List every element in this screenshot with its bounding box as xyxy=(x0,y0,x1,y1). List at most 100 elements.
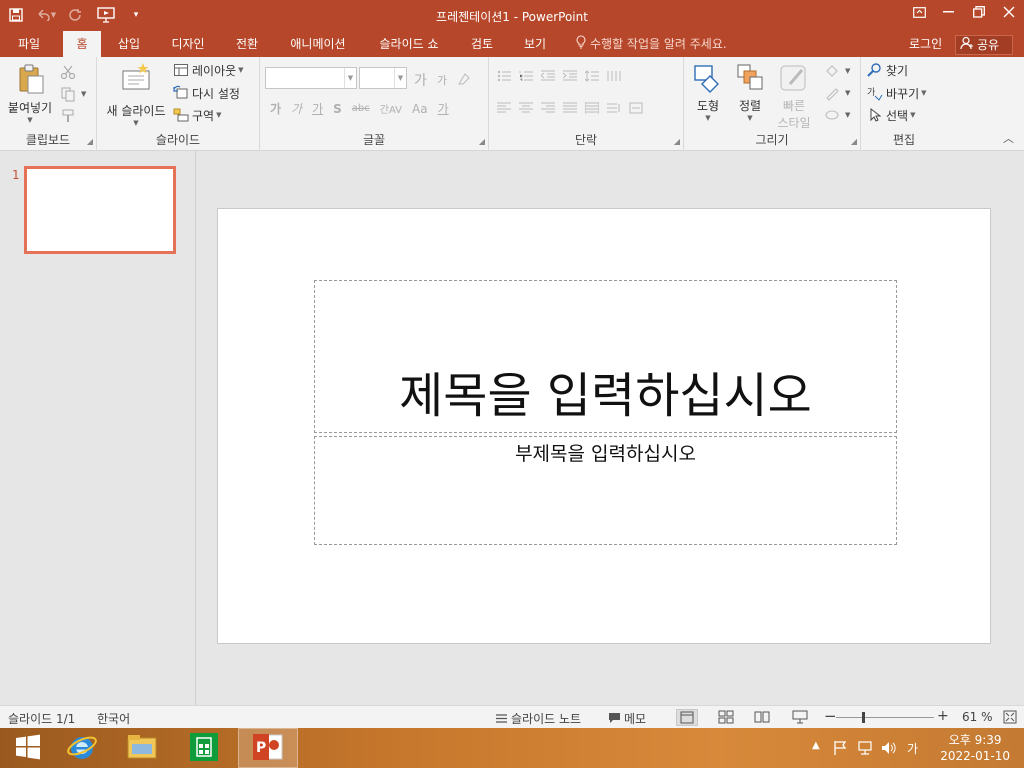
bullets-icon[interactable] xyxy=(497,70,511,82)
strikethrough-button[interactable]: abc xyxy=(352,103,370,114)
align-right-icon[interactable] xyxy=(541,102,555,114)
paste-button[interactable]: 붙여넣기 ▼ xyxy=(4,63,56,124)
login-link[interactable]: 로그인 xyxy=(909,31,942,57)
taskbar-clock[interactable]: 오후 9:39 2022-01-10 xyxy=(940,732,1010,764)
character-spacing-button[interactable]: 간AV xyxy=(380,101,402,116)
increase-indent-icon[interactable] xyxy=(563,70,577,82)
tab-review[interactable]: 검토 xyxy=(462,31,502,57)
ribbon-display-options-icon[interactable] xyxy=(904,0,934,24)
tab-slideshow[interactable]: 슬라이드 쇼 xyxy=(368,31,450,57)
section-button[interactable]: 구역 ▼ xyxy=(173,105,221,125)
file-explorer-button[interactable] xyxy=(114,728,170,768)
quick-styles-button[interactable]: 빠른 스타일 xyxy=(772,62,816,131)
font-size-dropdown-icon[interactable]: ▼ xyxy=(394,68,406,88)
columns-icon[interactable] xyxy=(607,70,621,82)
subtitle-placeholder[interactable]: 부제목을 입력하십시오 xyxy=(314,436,897,545)
reading-view-icon[interactable] xyxy=(754,710,770,724)
align-text-icon[interactable] xyxy=(629,102,643,114)
shape-fill-button[interactable]: ▼ xyxy=(824,61,850,81)
distributed-icon[interactable] xyxy=(585,102,599,114)
fit-to-window-icon[interactable] xyxy=(1003,710,1019,724)
shadow-button[interactable]: S xyxy=(333,102,342,116)
find-button[interactable]: 찾기 xyxy=(867,60,908,80)
tab-transitions[interactable]: 전환 xyxy=(226,31,268,57)
slide-sorter-icon[interactable] xyxy=(718,710,734,724)
layout-button[interactable]: 레이아웃 ▼ xyxy=(173,60,244,80)
store-button[interactable] xyxy=(176,728,232,768)
underline-button[interactable]: 가 xyxy=(312,100,323,117)
save-icon[interactable] xyxy=(4,3,28,27)
copy-button[interactable]: ▼ xyxy=(60,84,86,104)
undo-icon[interactable]: ▼ xyxy=(34,3,58,27)
redo-icon[interactable] xyxy=(64,3,88,27)
change-case-button[interactable]: Aa xyxy=(412,102,428,116)
align-center-icon[interactable] xyxy=(519,102,533,114)
slideshow-view-icon[interactable] xyxy=(792,710,808,724)
arrange-button[interactable]: 정렬 ▼ xyxy=(732,62,768,122)
zoom-slider[interactable] xyxy=(836,717,934,718)
action-center-flag-icon[interactable] xyxy=(833,740,847,759)
decrease-indent-icon[interactable] xyxy=(541,70,555,82)
notes-button[interactable]: 슬라이드 노트 xyxy=(495,710,581,727)
comments-button[interactable]: 메모 xyxy=(608,710,646,727)
numbering-icon[interactable] xyxy=(519,70,533,82)
replace-button[interactable]: 가 바꾸기 ▼ xyxy=(867,83,927,103)
tab-view[interactable]: 보기 xyxy=(514,31,556,57)
present-from-start-icon[interactable] xyxy=(94,3,118,27)
dialog-launcher-icon[interactable]: ◢ xyxy=(851,137,857,146)
restore-icon[interactable] xyxy=(964,0,994,24)
title-placeholder[interactable]: 제목을 입력하십시오 xyxy=(314,280,897,433)
dialog-launcher-icon[interactable]: ◢ xyxy=(479,137,485,146)
justify-icon[interactable] xyxy=(563,102,577,114)
tab-file[interactable]: 파일 xyxy=(6,31,52,57)
cut-button[interactable] xyxy=(60,62,79,82)
powerpoint-taskbar-button[interactable]: P xyxy=(238,728,298,768)
zoom-out-button[interactable]: − xyxy=(824,707,837,725)
format-painter-button[interactable] xyxy=(60,106,79,126)
tab-animations[interactable]: 애니메이션 xyxy=(280,31,356,57)
zoom-level[interactable]: 61 % xyxy=(962,710,993,724)
shapes-button[interactable]: 도형 ▼ xyxy=(690,62,726,122)
close-icon[interactable] xyxy=(994,0,1024,24)
grow-font-button[interactable]: 가 xyxy=(414,70,427,90)
tab-design[interactable]: 디자인 xyxy=(162,31,214,57)
font-name-dropdown-icon[interactable]: ▼ xyxy=(344,68,356,88)
line-spacing-icon[interactable] xyxy=(585,70,599,82)
font-size-combo[interactable]: ▼ xyxy=(359,67,407,89)
share-button[interactable]: 공유 xyxy=(955,35,1013,55)
shape-effects-button[interactable]: ▼ xyxy=(824,105,850,125)
slide-canvas[interactable]: 제목을 입력하십시오 부제목을 입력하십시오 xyxy=(217,208,991,644)
tab-insert[interactable]: 삽입 xyxy=(108,31,150,57)
bold-button[interactable]: 가 xyxy=(270,100,281,117)
shape-outline-button[interactable]: ▼ xyxy=(824,83,850,103)
new-slide-button[interactable]: 새 슬라이드 ▼ xyxy=(101,61,171,127)
minimize-icon[interactable] xyxy=(934,0,964,24)
internet-explorer-button[interactable] xyxy=(54,728,110,768)
start-button[interactable] xyxy=(0,728,56,768)
volume-icon[interactable] xyxy=(881,740,897,759)
dialog-launcher-icon[interactable]: ◢ xyxy=(87,137,93,146)
align-left-icon[interactable] xyxy=(497,102,511,114)
select-button[interactable]: 선택 ▼ xyxy=(867,105,915,125)
tell-me-search[interactable]: 수행할 작업을 알려 주세요. xyxy=(576,31,727,57)
clear-formatting-icon[interactable] xyxy=(457,72,473,89)
normal-view-icon[interactable] xyxy=(676,709,698,726)
language-indicator[interactable]: 한국어 xyxy=(97,710,130,727)
collapse-ribbon-icon[interactable]: ︿ xyxy=(1003,130,1014,146)
slide-thumbnail[interactable] xyxy=(24,166,176,254)
font-color-button[interactable]: 가 xyxy=(438,100,449,117)
zoom-in-button[interactable]: + xyxy=(937,708,949,724)
dialog-launcher-icon[interactable]: ◢ xyxy=(674,137,680,146)
customize-qat-icon[interactable]: ▾ xyxy=(124,3,148,27)
shape-effects-icon xyxy=(824,107,840,123)
show-hidden-icons-icon[interactable]: ▲ xyxy=(812,740,820,751)
ime-indicator[interactable]: 가 xyxy=(907,740,918,757)
text-direction-icon[interactable] xyxy=(607,102,621,114)
zoom-slider-thumb[interactable] xyxy=(862,712,865,723)
reset-button[interactable]: 다시 설정 xyxy=(173,83,240,103)
shrink-font-button[interactable]: 가 xyxy=(437,72,447,88)
italic-button[interactable]: 가 xyxy=(291,100,302,117)
network-icon[interactable] xyxy=(857,740,873,759)
tab-home[interactable]: 홈 xyxy=(63,31,101,57)
font-name-combo[interactable]: ▼ xyxy=(265,67,357,89)
